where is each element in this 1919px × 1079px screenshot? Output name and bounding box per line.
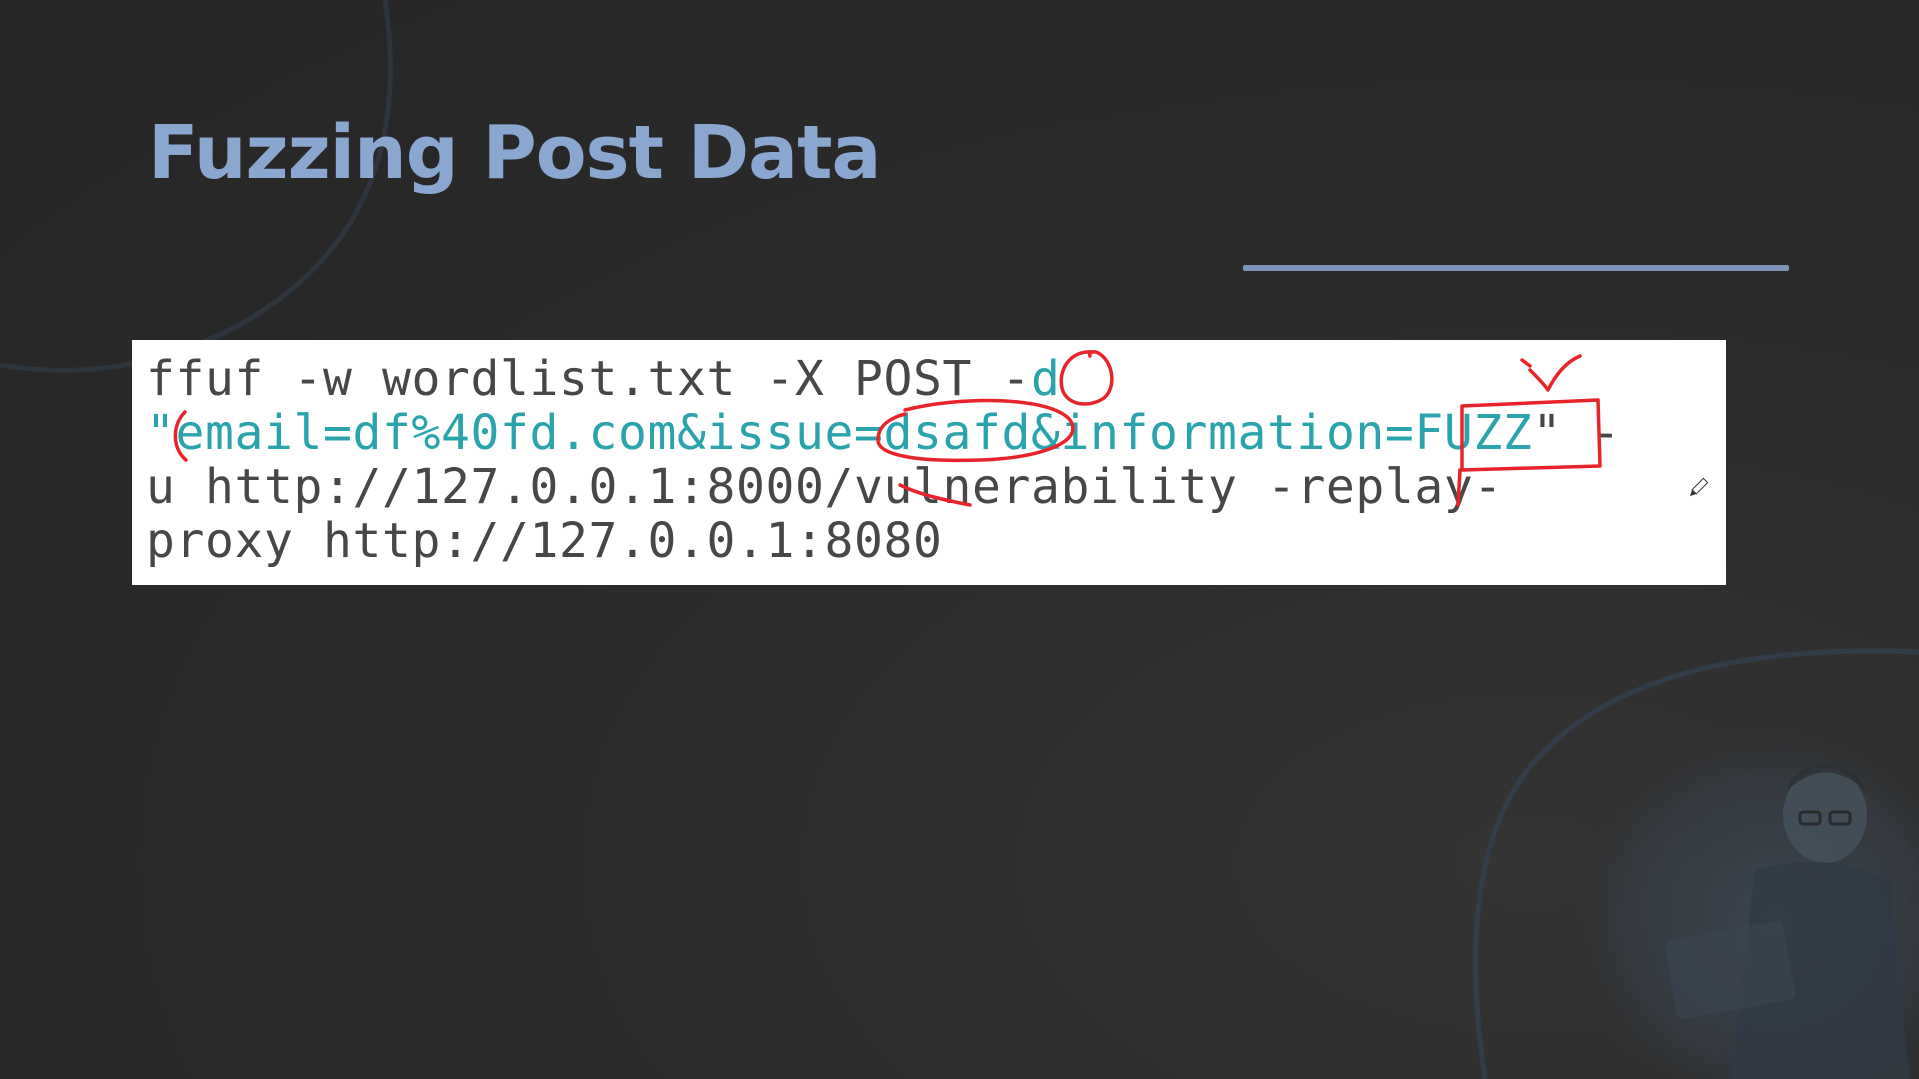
command-code-box: ffuf -w wordlist.txt -X POST -d "email=d…: [132, 340, 1726, 585]
post-data-string: email=df%40fd.com&issue=dsafd&informatio…: [175, 405, 1533, 461]
presenter-webcam-image: [1560, 730, 1919, 1079]
command-line-2-tail: " -: [1532, 405, 1621, 461]
quote-open: ": [146, 405, 176, 461]
command-line-2: "email=df%40fd.com&issue=dsafd&informati…: [146, 406, 1621, 460]
slide-title: Fuzzing Post Data: [148, 110, 881, 196]
title-underline: [1243, 265, 1789, 271]
command-line-3: u http://127.0.0.1:8000/vulnerability -r…: [146, 459, 1503, 515]
command-line-1-text: ffuf -w wordlist.txt -X POST -: [146, 351, 1031, 407]
command-line-4: proxy http://127.0.0.1:8080: [146, 513, 943, 569]
command-line-1: ffuf -w wordlist.txt -X POST -d: [146, 352, 1060, 406]
data-flag: d: [1030, 351, 1061, 407]
